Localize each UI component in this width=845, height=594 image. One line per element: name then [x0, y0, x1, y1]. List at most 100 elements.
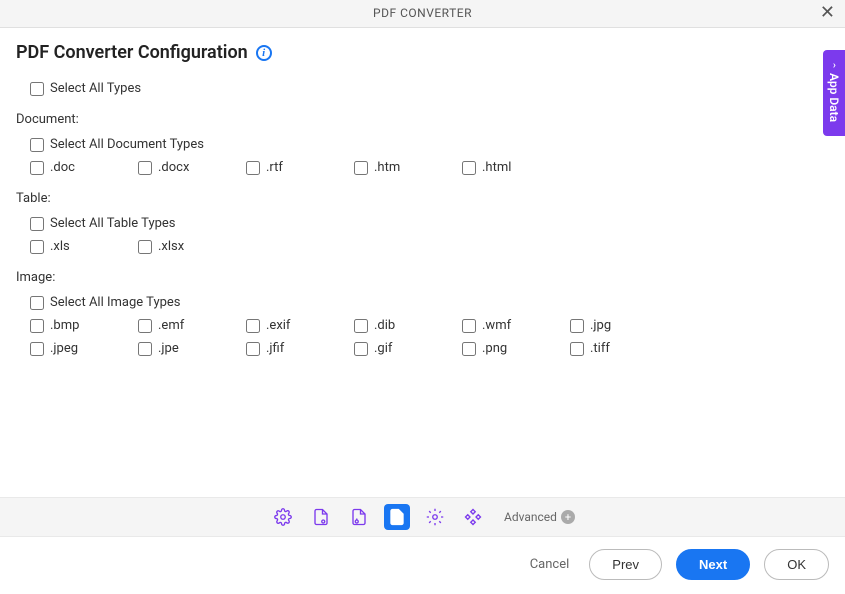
select-all-types-label[interactable]: Select All Types	[50, 81, 141, 96]
type-item: .htm	[354, 160, 462, 175]
type-doc-checkbox[interactable]	[30, 161, 44, 175]
type-exif-checkbox[interactable]	[246, 319, 260, 333]
type-docx-checkbox[interactable]	[138, 161, 152, 175]
type-emf-checkbox[interactable]	[138, 319, 152, 333]
close-icon[interactable]: ✕	[820, 4, 835, 22]
type-item: .doc	[30, 160, 138, 175]
select-all-table-label[interactable]: Select All Table Types	[50, 216, 176, 231]
type-label[interactable]: .jfif	[266, 341, 284, 356]
next-button[interactable]: Next	[676, 549, 750, 580]
type-label[interactable]: .wmf	[482, 318, 511, 333]
type-jfif-checkbox[interactable]	[246, 342, 260, 356]
type-item: .emf	[138, 318, 246, 333]
type-label[interactable]: .tiff	[590, 341, 610, 356]
type-item: .jpg	[570, 318, 678, 333]
select-all-types-row: Select All Types	[30, 81, 829, 96]
type-bmp-checkbox[interactable]	[30, 319, 44, 333]
type-item: .png	[462, 341, 570, 356]
file-gear-icon[interactable]	[308, 504, 334, 530]
ok-button[interactable]: OK	[764, 549, 829, 580]
type-label[interactable]: .jpeg	[50, 341, 78, 356]
plus-icon: +	[561, 510, 575, 524]
type-label[interactable]: .dib	[374, 318, 395, 333]
type-png-checkbox[interactable]	[462, 342, 476, 356]
dialog-footer: Cancel Prev Next OK	[0, 537, 845, 594]
type-label[interactable]: .doc	[50, 160, 75, 175]
advanced-toggle[interactable]: Advanced +	[504, 510, 575, 524]
type-item: .tiff	[570, 341, 678, 356]
type-rtf-checkbox[interactable]	[246, 161, 260, 175]
type-item: .xlsx	[138, 239, 246, 254]
type-item: .docx	[138, 160, 246, 175]
select-all-image-row: Select All Image Types	[30, 295, 829, 310]
type-item: .html	[462, 160, 570, 175]
type-label[interactable]: .bmp	[50, 318, 79, 333]
cancel-button[interactable]: Cancel	[530, 557, 570, 572]
type-label[interactable]: .rtf	[266, 160, 283, 175]
app-data-label: App Data	[827, 73, 841, 122]
pdf-icon[interactable]: PDF	[384, 504, 410, 530]
prev-button[interactable]: Prev	[589, 549, 662, 580]
type-label[interactable]: .png	[482, 341, 507, 356]
wizard-toolbar: PDF Advanced +	[0, 497, 845, 537]
select-all-types-checkbox[interactable]	[30, 82, 44, 96]
file-settings-icon[interactable]	[346, 504, 372, 530]
chevron-left-icon: ‹	[832, 60, 835, 71]
page-title: PDF Converter Configuration i	[16, 42, 829, 63]
type-tiff-checkbox[interactable]	[570, 342, 584, 356]
type-dib-checkbox[interactable]	[354, 319, 368, 333]
dialog-title: PDF CONVERTER	[373, 6, 472, 20]
type-xlsx-checkbox[interactable]	[138, 240, 152, 254]
type-item: .dib	[354, 318, 462, 333]
type-item: .xls	[30, 239, 138, 254]
type-label[interactable]: .exif	[266, 318, 290, 333]
type-item: .jpe	[138, 341, 246, 356]
info-icon[interactable]: i	[256, 45, 272, 61]
gear-small-icon[interactable]	[422, 504, 448, 530]
type-jpg-checkbox[interactable]	[570, 319, 584, 333]
dialog-header: PDF CONVERTER ✕	[0, 0, 845, 28]
image-section-label: Image:	[16, 270, 829, 285]
select-all-image-label[interactable]: Select All Image Types	[50, 295, 181, 310]
type-item: .gif	[354, 341, 462, 356]
type-jpe-checkbox[interactable]	[138, 342, 152, 356]
document-types-grid: .doc .docx .rtf .htm .html	[30, 160, 829, 175]
select-all-document-checkbox[interactable]	[30, 138, 44, 152]
type-label[interactable]: .xls	[50, 239, 70, 254]
type-item: .wmf	[462, 318, 570, 333]
table-types-grid: .xls .xlsx	[30, 239, 829, 254]
type-wmf-checkbox[interactable]	[462, 319, 476, 333]
type-label[interactable]: .htm	[374, 160, 400, 175]
page-title-text: PDF Converter Configuration	[16, 42, 248, 63]
bottom-section: PDF Advanced + Cancel Prev Next OK	[0, 497, 845, 594]
type-label[interactable]: .docx	[158, 160, 189, 175]
gear-icon[interactable]	[270, 504, 296, 530]
document-section-label: Document:	[16, 112, 829, 127]
type-label[interactable]: .emf	[158, 318, 184, 333]
type-label[interactable]: .jpg	[590, 318, 611, 333]
type-item: .jfif	[246, 341, 354, 356]
type-item: .bmp	[30, 318, 138, 333]
advanced-label: Advanced	[504, 510, 557, 524]
table-section-label: Table:	[16, 191, 829, 206]
type-item: .exif	[246, 318, 354, 333]
type-jpeg-checkbox[interactable]	[30, 342, 44, 356]
type-item: .jpeg	[30, 341, 138, 356]
type-gif-checkbox[interactable]	[354, 342, 368, 356]
select-all-document-row: Select All Document Types	[30, 137, 829, 152]
select-all-table-checkbox[interactable]	[30, 217, 44, 231]
component-icon[interactable]	[460, 504, 486, 530]
type-htm-checkbox[interactable]	[354, 161, 368, 175]
type-label[interactable]: .gif	[374, 341, 392, 356]
type-item: .rtf	[246, 160, 354, 175]
type-label[interactable]: .xlsx	[158, 239, 184, 254]
select-all-image-checkbox[interactable]	[30, 296, 44, 310]
select-all-document-label[interactable]: Select All Document Types	[50, 137, 204, 152]
type-html-checkbox[interactable]	[462, 161, 476, 175]
type-label[interactable]: .html	[482, 160, 511, 175]
content-area: PDF Converter Configuration i Select All…	[0, 28, 845, 366]
type-label[interactable]: .jpe	[158, 341, 179, 356]
image-types-grid: .bmp .emf .exif .dib .wmf .jpg .jpeg .j	[30, 318, 829, 356]
type-xls-checkbox[interactable]	[30, 240, 44, 254]
app-data-side-tab[interactable]: ‹ App Data	[823, 50, 845, 136]
